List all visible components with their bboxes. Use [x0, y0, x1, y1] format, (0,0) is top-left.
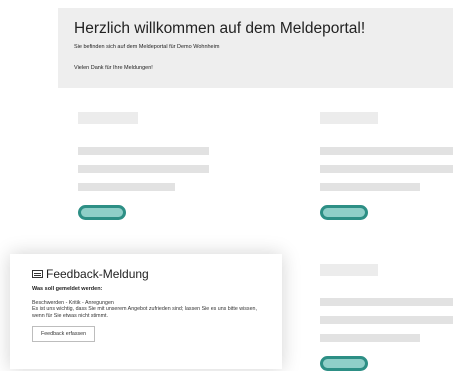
skeleton-line — [78, 183, 175, 191]
skeleton-line — [320, 183, 420, 191]
list-icon — [32, 270, 43, 278]
skeleton-line — [78, 165, 209, 173]
feedback-title: Feedback-Meldung — [46, 267, 149, 281]
feedback-description: Es ist uns wichtig, dass Sie mit unserem… — [32, 306, 257, 319]
skeleton-line — [320, 298, 453, 306]
skeleton-line — [78, 147, 209, 155]
feedback-card: Feedback-Meldung Was soll gemeldet werde… — [10, 254, 282, 369]
skeleton-line — [320, 147, 453, 155]
skeleton-action-button[interactable] — [78, 205, 126, 220]
skeleton-action-button[interactable] — [320, 205, 368, 220]
skeleton-title — [320, 264, 378, 276]
feedback-question: Was soll gemeldet werden: — [32, 286, 103, 292]
skeleton-title — [320, 112, 378, 124]
skeleton-title — [78, 112, 138, 124]
welcome-title: Herzlich willkommen auf dem Meldeportal! — [74, 20, 366, 37]
welcome-thanks: Vielen Dank für Ihre Meldungen! — [74, 65, 153, 71]
feedback-topics-block: Beschwerden - Kritik - Anregungen Es ist… — [32, 300, 270, 319]
skeleton-line — [320, 316, 453, 324]
feedback-header: Feedback-Meldung — [32, 267, 270, 281]
welcome-banner: Herzlich willkommen auf dem Meldeportal!… — [58, 8, 453, 88]
skeleton-line — [320, 334, 420, 342]
feedback-submit-button[interactable]: Feedback erfassen — [32, 326, 96, 343]
skeleton-line — [320, 165, 453, 173]
welcome-subtitle: Sie befinden sich auf dem Meldeportal fü… — [74, 44, 220, 50]
